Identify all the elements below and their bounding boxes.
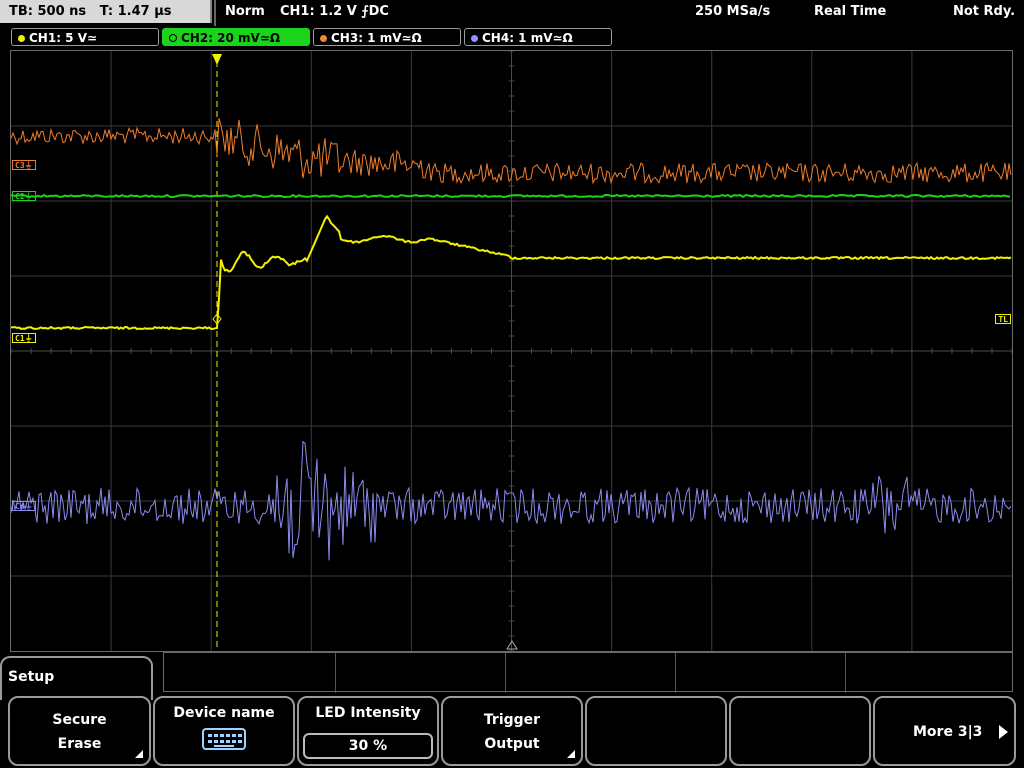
channel-tab-ch1[interactable]: CH1: 5 V≃ <box>11 28 159 46</box>
more-button[interactable]: More 3|3 <box>873 696 1016 766</box>
menu-title: Setup <box>8 669 55 685</box>
trigger-info[interactable]: CH1: 1.2 V ⨍DC <box>280 0 389 23</box>
softkey-label: LED Intensity <box>315 705 421 721</box>
channel-tab-label: CH3: 1 mV≃Ω <box>331 31 422 45</box>
ch1-color-icon <box>18 35 25 42</box>
info-strip <box>163 652 1013 693</box>
keyboard-icon <box>202 728 246 750</box>
softkey-label: Output <box>484 736 540 752</box>
channel-tab-ch3[interactable]: CH3: 1 mV≃Ω <box>313 28 461 46</box>
waveform-display[interactable]: C3⏚ C2⏚ C1⏚ C4⏚ TL <box>10 50 1013 652</box>
graticule <box>11 51 1012 651</box>
trigger-level-marker[interactable]: TL <box>995 314 1011 324</box>
channel-tab-ch4[interactable]: CH4: 1 mV≃Ω <box>464 28 612 46</box>
trigger-time-value: T: 1.47 µs <box>99 4 172 19</box>
ch3-ground-marker[interactable]: C3⏚ <box>12 160 36 170</box>
softkey-label: Device name <box>173 705 275 721</box>
empty-softkey-6[interactable] <box>729 696 871 766</box>
device-name-button[interactable]: Device name <box>153 696 295 766</box>
submenu-icon <box>567 750 575 758</box>
ch2-waveform <box>11 193 1011 199</box>
channel-tab-label: CH1: 5 V≃ <box>29 31 98 45</box>
softkey-label: Trigger <box>483 712 541 728</box>
ch1-ground-marker[interactable]: C1⏚ <box>12 333 36 343</box>
channel-tab-ch2[interactable]: CH2: 20 mV≃Ω <box>162 28 310 46</box>
status-bar: TB: 500 ns T: 1.47 µs Norm CH1: 1.2 V ⨍D… <box>0 0 1024 26</box>
empty-softkey-5[interactable] <box>585 696 727 766</box>
secure-erase-button[interactable]: Secure Erase <box>8 696 151 766</box>
channel-tab-label: CH4: 1 mV≃Ω <box>482 31 573 45</box>
arrow-right-icon <box>999 725 1008 739</box>
trigger-output-button[interactable]: Trigger Output <box>441 696 583 766</box>
waveform-canvas <box>11 51 1012 651</box>
softkey-label: More 3|3 <box>913 724 983 740</box>
ch3-color-icon <box>320 35 327 42</box>
submenu-icon <box>135 750 143 758</box>
ch4-color-icon <box>471 35 478 42</box>
led-intensity-value[interactable]: 30 % <box>303 733 433 759</box>
softkey-label: Erase <box>57 736 102 752</box>
trigger-state: Not Rdy. <box>953 4 1016 19</box>
led-intensity-button[interactable]: LED Intensity 30 % <box>297 696 439 766</box>
sample-rate: 250 MSa/s <box>695 4 771 19</box>
ch4-ground-marker[interactable]: C4⏚ <box>12 501 36 511</box>
timebase-value: TB: 500 ns <box>9 4 87 19</box>
acquisition-mode: Real Time <box>814 4 887 19</box>
trigger-position-icon[interactable] <box>212 54 222 65</box>
channel-tab-label: CH2: 20 mV≃Ω <box>181 31 281 45</box>
ch2-ground-marker[interactable]: C2⏚ <box>12 191 36 201</box>
softkey-label: Secure <box>52 712 107 728</box>
status-divider <box>214 0 216 26</box>
trigger-mode[interactable]: Norm <box>225 0 265 23</box>
timebase-readout[interactable]: TB: 500 ns T: 1.47 µs <box>0 0 212 23</box>
ch2-color-icon <box>169 34 177 42</box>
